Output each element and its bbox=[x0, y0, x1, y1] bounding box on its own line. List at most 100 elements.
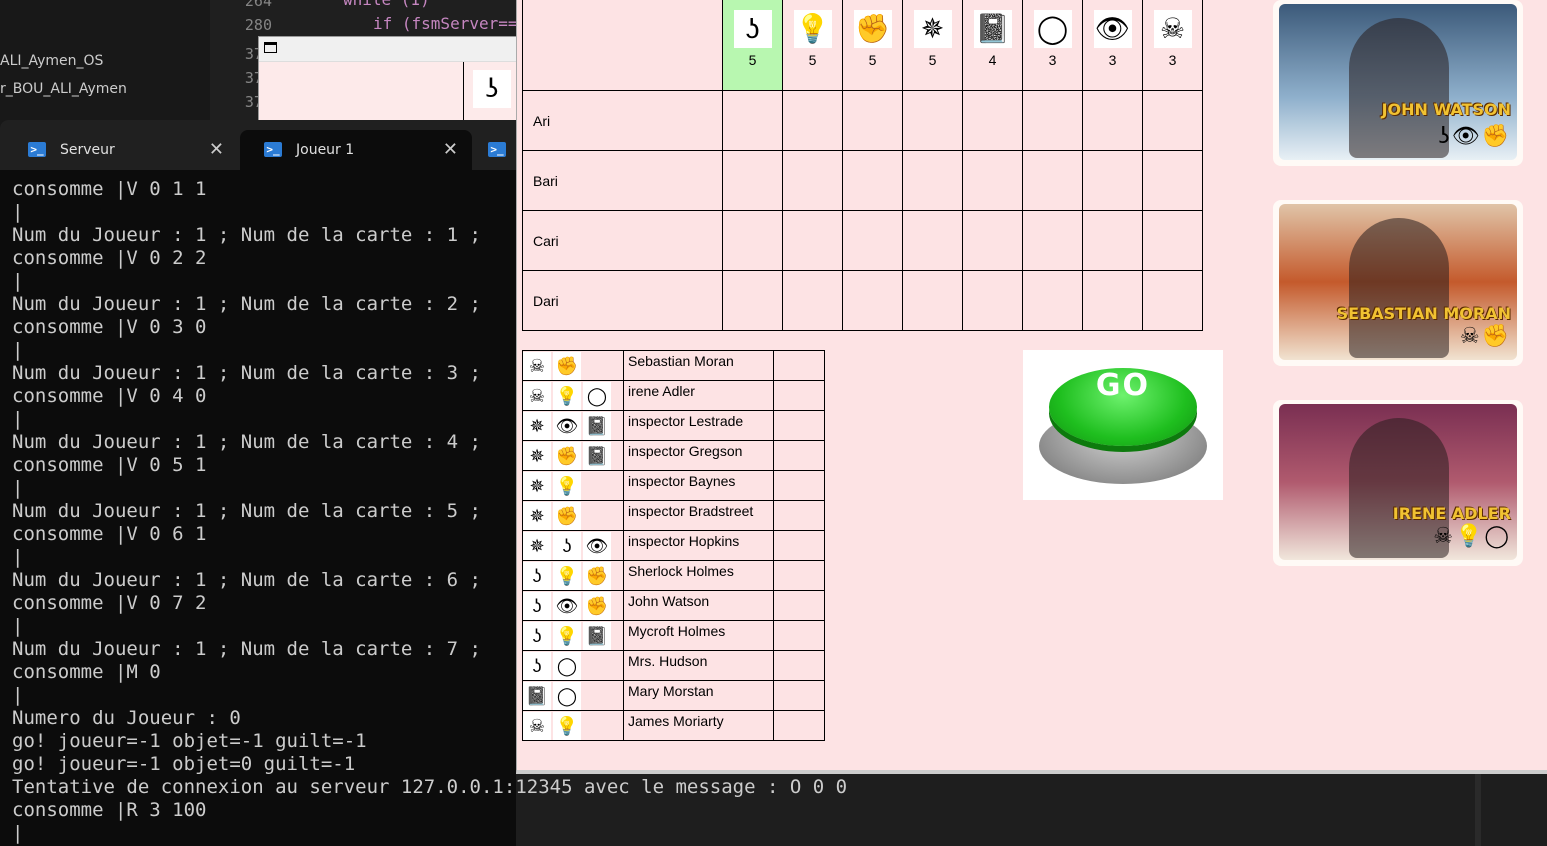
character-card-sebastian-moran[interactable]: SEBASTIAN MORAN ☠✊ bbox=[1273, 200, 1523, 366]
grid-cell[interactable] bbox=[902, 210, 963, 271]
grid-cell[interactable] bbox=[1082, 150, 1143, 211]
player-name[interactable]: Cari bbox=[522, 210, 723, 271]
tab-serveur[interactable]: >_ Serveur ✕ bbox=[4, 130, 238, 170]
symbol-cell[interactable]: 👁 3 bbox=[1082, 0, 1143, 91]
suspect-row[interactable]: ☠ ✊ Sebastian Moran bbox=[522, 350, 825, 381]
grid-cell[interactable] bbox=[1142, 150, 1203, 211]
terminal-window[interactable]: >_ Serveur ✕ >_ Joueur 1 ✕ >_ consomme |… bbox=[0, 120, 516, 846]
grid-cell[interactable] bbox=[842, 90, 903, 151]
window-titlebar[interactable] bbox=[259, 37, 521, 62]
suspect-row[interactable]: ʖ 💡 ✊ Sherlock Holmes bbox=[522, 560, 825, 591]
symbol-cell[interactable]: 📓 4 bbox=[962, 0, 1023, 91]
suspect-mark-cell[interactable] bbox=[773, 380, 825, 411]
grid-cell[interactable] bbox=[962, 210, 1023, 271]
close-icon[interactable]: ✕ bbox=[443, 130, 458, 170]
suspect-name[interactable]: Sherlock Holmes bbox=[623, 560, 774, 591]
grid-cell[interactable] bbox=[1082, 90, 1143, 151]
grid-cell[interactable] bbox=[1142, 90, 1203, 151]
symbol-cell[interactable]: ◯ 3 bbox=[1022, 0, 1083, 91]
suspect-row[interactable]: ☠ 💡 James Moriarty bbox=[522, 710, 825, 741]
player-name[interactable]: Ari bbox=[522, 90, 723, 151]
tab-joueur-1[interactable]: >_ Joueur 1 ✕ bbox=[240, 130, 472, 170]
grid-cell[interactable] bbox=[1142, 210, 1203, 271]
suspect-row[interactable]: ʖ 👁 ✊ John Watson bbox=[522, 590, 825, 621]
tab-overflow[interactable]: >_ bbox=[474, 130, 516, 170]
suspect-name[interactable]: Mary Morstan bbox=[623, 680, 774, 711]
grid-cell[interactable] bbox=[1022, 270, 1083, 331]
suspect-name[interactable]: Sebastian Moran bbox=[623, 350, 774, 381]
suspect-mark-cell[interactable] bbox=[773, 710, 825, 741]
suspect-mark-cell[interactable] bbox=[773, 590, 825, 621]
suspect-name[interactable]: Mrs. Hudson bbox=[623, 650, 774, 681]
suspect-mark-cell[interactable] bbox=[773, 530, 825, 561]
grid-cell[interactable] bbox=[842, 270, 903, 331]
suspect-mark-cell[interactable] bbox=[773, 350, 825, 381]
symbol-count: 5 bbox=[748, 52, 757, 68]
suspect-row[interactable]: ʖ 💡 📓 Mycroft Holmes bbox=[522, 620, 825, 651]
grid-cell[interactable] bbox=[902, 150, 963, 211]
grid-cell[interactable] bbox=[722, 90, 783, 151]
grid-cell[interactable] bbox=[1022, 150, 1083, 211]
suspect-row[interactable]: ✵ ✊ 📓 inspector Gregson bbox=[522, 440, 825, 471]
grid-cell[interactable] bbox=[962, 90, 1023, 151]
suspect-row[interactable]: ✵ 💡 inspector Baynes bbox=[522, 470, 825, 501]
grid-cell[interactable] bbox=[782, 210, 843, 271]
suspect-name[interactable]: inspector Lestrade bbox=[623, 410, 774, 441]
suspect-mark-cell[interactable] bbox=[773, 650, 825, 681]
close-icon[interactable]: ✕ bbox=[209, 130, 224, 170]
suspect-name[interactable]: inspector Bradstreet bbox=[623, 500, 774, 531]
suspect-name[interactable]: John Watson bbox=[623, 590, 774, 621]
scrollbar[interactable] bbox=[1475, 770, 1481, 846]
character-card-john-watson[interactable]: JOHN WATSON ʖ👁✊ bbox=[1273, 0, 1523, 166]
grid-cell[interactable] bbox=[902, 90, 963, 151]
grid-cell[interactable] bbox=[1082, 270, 1143, 331]
symbol-cell[interactable]: ʖ5 bbox=[722, 0, 783, 91]
grid-cell[interactable] bbox=[1022, 90, 1083, 151]
grid-cell[interactable] bbox=[782, 150, 843, 211]
grid-cell[interactable] bbox=[842, 150, 903, 211]
grid-cell[interactable] bbox=[722, 270, 783, 331]
explorer-item[interactable]: r_BOU_ALI_Aymen bbox=[0, 81, 127, 97]
suspect-name[interactable]: irene Adler bbox=[623, 380, 774, 411]
suspect-row[interactable]: ✵ ✊ inspector Bradstreet bbox=[522, 500, 825, 531]
suspect-mark-cell[interactable] bbox=[773, 620, 825, 651]
suspect-symbols: ✵ 👁 📓 bbox=[522, 410, 624, 441]
suspect-mark-cell[interactable] bbox=[773, 500, 825, 531]
grid-cell[interactable] bbox=[962, 150, 1023, 211]
symbol-cell[interactable]: ✊ 5 bbox=[842, 0, 903, 91]
suspect-row[interactable]: ☠ 💡 ◯ irene Adler bbox=[522, 380, 825, 411]
symbol-cell[interactable]: ✵ 5 bbox=[902, 0, 963, 91]
suspect-mark-cell[interactable] bbox=[773, 440, 825, 471]
grid-cell[interactable] bbox=[1082, 210, 1143, 271]
suspect-row[interactable]: ✵ 👁 📓 inspector Lestrade bbox=[522, 410, 825, 441]
suspect-name[interactable]: inspector Hopkins bbox=[623, 530, 774, 561]
grid-cell[interactable] bbox=[842, 210, 903, 271]
grid-cell[interactable] bbox=[722, 210, 783, 271]
player-name[interactable]: Dari bbox=[522, 270, 723, 331]
go-button[interactable]: GO bbox=[1023, 350, 1223, 500]
suspect-mark-cell[interactable] bbox=[773, 470, 825, 501]
suspect-name[interactable]: inspector Gregson bbox=[623, 440, 774, 471]
suspect-name[interactable]: Mycroft Holmes bbox=[623, 620, 774, 651]
explorer-item[interactable]: ALI_Aymen_OS bbox=[0, 53, 103, 69]
suspect-name[interactable]: James Moriarty bbox=[623, 710, 774, 741]
grid-cell[interactable] bbox=[1142, 270, 1203, 331]
code-line: if (fsmServer== bbox=[373, 14, 518, 33]
suspect-name[interactable]: inspector Baynes bbox=[623, 470, 774, 501]
grid-cell[interactable] bbox=[1022, 210, 1083, 271]
character-card-irene-adler[interactable]: IRENE ADLER ☠💡◯ bbox=[1273, 400, 1523, 566]
grid-cell[interactable] bbox=[722, 150, 783, 211]
suspect-row[interactable]: ✵ ʖ 👁 inspector Hopkins bbox=[522, 530, 825, 561]
suspect-mark-cell[interactable] bbox=[773, 560, 825, 591]
symbol-cell[interactable]: ☠ 3 bbox=[1142, 0, 1203, 91]
player-name[interactable]: Bari bbox=[522, 150, 723, 211]
grid-cell[interactable] bbox=[902, 270, 963, 331]
suspect-row[interactable]: 📓 ◯ Mary Morstan bbox=[522, 680, 825, 711]
suspect-mark-cell[interactable] bbox=[773, 410, 825, 441]
symbol-cell[interactable]: 💡 5 bbox=[782, 0, 843, 91]
suspect-row[interactable]: ʖ ◯ Mrs. Hudson bbox=[522, 650, 825, 681]
suspect-mark-cell[interactable] bbox=[773, 680, 825, 711]
grid-cell[interactable] bbox=[782, 270, 843, 331]
grid-cell[interactable] bbox=[962, 270, 1023, 331]
grid-cell[interactable] bbox=[782, 90, 843, 151]
